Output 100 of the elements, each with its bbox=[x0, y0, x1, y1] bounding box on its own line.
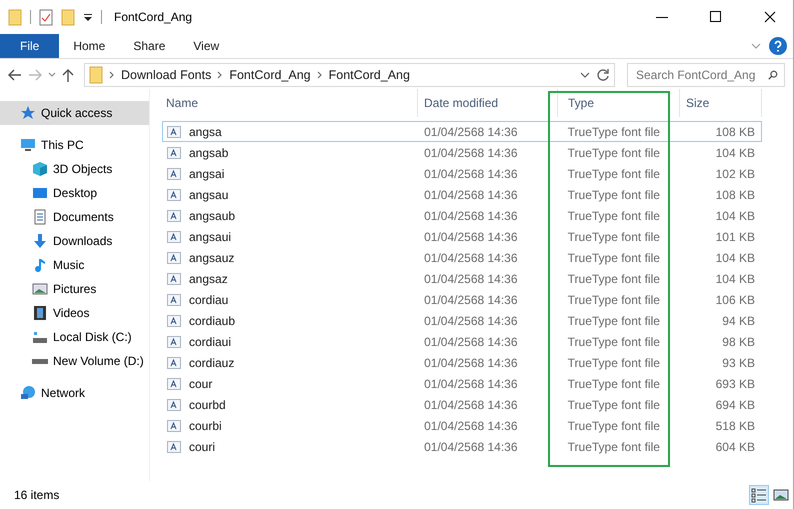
date-cell: 01/04/2568 14:36 bbox=[424, 230, 518, 244]
disk-icon bbox=[32, 329, 48, 345]
font-file-icon bbox=[167, 314, 181, 326]
date-cell: 01/04/2568 14:36 bbox=[424, 334, 518, 348]
file-name: cordiaub bbox=[189, 314, 236, 328]
desktop-icon bbox=[32, 185, 48, 201]
search-field[interactable]: Search FontCord_Ang bbox=[627, 63, 785, 87]
sidebar-item[interactable]: Network bbox=[0, 381, 149, 405]
type-cell: TrueType font file bbox=[568, 166, 660, 180]
font-file-icon bbox=[167, 146, 181, 158]
file-name: angsai bbox=[189, 166, 224, 180]
size-cell: 693 KB bbox=[716, 376, 755, 390]
font-file-icon bbox=[167, 210, 181, 222]
type-cell: TrueType font file bbox=[568, 418, 660, 432]
type-cell: TrueType font file bbox=[568, 356, 660, 370]
downloads-icon bbox=[32, 233, 48, 249]
sidebar-item[interactable]: Videos bbox=[0, 301, 149, 325]
breadcrumb[interactable]: FontCord_Ang bbox=[229, 68, 311, 82]
sidebar-item[interactable]: Music bbox=[0, 253, 149, 277]
column-header[interactable]: Date modified bbox=[418, 89, 558, 117]
file-row[interactable]: cour 01/04/2568 14:36 TrueType font file 693 KB bbox=[162, 373, 762, 394]
recent-button[interactable] bbox=[48, 72, 56, 78]
size-cell: 93 KB bbox=[722, 356, 755, 370]
details-view-button[interactable] bbox=[749, 485, 769, 505]
properties-icon[interactable] bbox=[39, 8, 53, 26]
breadcrumb[interactable]: FontCord_Ang bbox=[328, 68, 410, 82]
sidebar-item[interactable]: Desktop bbox=[0, 181, 149, 205]
file-row[interactable]: angsaub 01/04/2568 14:36 TrueType font file 104 KB bbox=[162, 205, 762, 226]
ribbon-tab[interactable]: Share bbox=[119, 34, 180, 58]
file-row[interactable]: courbd 01/04/2568 14:36 TrueType font file 694 KB bbox=[162, 394, 762, 415]
font-file-icon bbox=[167, 188, 181, 200]
date-cell: 01/04/2568 14:36 bbox=[424, 208, 518, 222]
column-header[interactable]: Name bbox=[162, 89, 418, 117]
file-name: angsauz bbox=[189, 250, 234, 264]
breadcrumb[interactable]: Download Fonts bbox=[121, 68, 212, 82]
date-cell: 01/04/2568 14:36 bbox=[424, 356, 518, 370]
date-cell: 01/04/2568 14:36 bbox=[424, 124, 518, 138]
dropdown-icon[interactable] bbox=[83, 12, 93, 22]
chevron-icon bbox=[217, 71, 224, 79]
date-cell: 01/04/2568 14:36 bbox=[424, 418, 518, 432]
sidebar-item[interactable]: Quick access bbox=[0, 101, 149, 125]
file-row[interactable]: angsaz 01/04/2568 14:36 TrueType font file 104 KB bbox=[162, 268, 762, 289]
date-cell: 01/04/2568 14:36 bbox=[424, 146, 518, 160]
sidebar-item[interactable]: 3D Objects bbox=[0, 157, 149, 181]
sidebar-item[interactable]: Pictures bbox=[0, 277, 149, 301]
sidebar-item[interactable]: This PC bbox=[0, 133, 149, 157]
sidebar-item[interactable]: New Volume (D:) bbox=[0, 349, 149, 373]
file-name: angsaz bbox=[189, 272, 228, 286]
size-cell: 694 KB bbox=[716, 398, 755, 412]
size-cell: 101 KB bbox=[716, 230, 755, 244]
minimize-icon bbox=[656, 16, 668, 18]
pc-icon bbox=[20, 137, 36, 153]
file-name: angsau bbox=[189, 188, 228, 202]
file-row[interactable]: angsa 01/04/2568 14:36 TrueType font file 108 KB bbox=[162, 121, 762, 142]
file-row[interactable]: angsai 01/04/2568 14:36 TrueType font file 102 KB bbox=[162, 163, 762, 184]
ribbon-tab[interactable]: View bbox=[179, 34, 234, 58]
file-row[interactable]: angsaui 01/04/2568 14:36 TrueType font file 101 KB bbox=[162, 226, 762, 247]
column-header[interactable]: Size bbox=[680, 89, 762, 117]
file-row[interactable]: cordiau 01/04/2568 14:36 TrueType font file 106 KB bbox=[162, 289, 762, 310]
close-icon bbox=[764, 11, 776, 23]
file-row[interactable]: angsau 01/04/2568 14:36 TrueType font file 108 KB bbox=[162, 184, 762, 205]
documents-icon bbox=[32, 209, 48, 225]
sidebar-item[interactable]: Downloads bbox=[0, 229, 149, 253]
window-title: FontCord_Ang bbox=[114, 10, 192, 24]
ribbon-tab[interactable]: Home bbox=[59, 34, 120, 58]
up-button[interactable] bbox=[62, 68, 74, 82]
file-row[interactable]: angsab 01/04/2568 14:36 TrueType font file 104 KB bbox=[162, 142, 762, 163]
column-header[interactable]: Type bbox=[558, 89, 680, 117]
refresh-icon[interactable] bbox=[596, 68, 610, 82]
file-row[interactable]: cordiaub 01/04/2568 14:36 TrueType font file 94 KB bbox=[162, 310, 762, 331]
item-count: 16 items bbox=[14, 488, 60, 502]
videos-icon bbox=[32, 305, 48, 321]
type-cell: TrueType font file bbox=[568, 398, 660, 412]
file-name: angsab bbox=[189, 146, 228, 160]
address-bar[interactable]: Download Fonts FontCord_Ang FontCord_Ang bbox=[84, 63, 615, 87]
back-button[interactable] bbox=[8, 69, 22, 81]
file-row[interactable]: courbi 01/04/2568 14:36 TrueType font file 518 KB bbox=[162, 415, 762, 436]
file-row[interactable]: angsauz 01/04/2568 14:36 TrueType font file 104 KB bbox=[162, 247, 762, 268]
file-row[interactable]: cordiaui 01/04/2568 14:36 TrueType font file 98 KB bbox=[162, 331, 762, 352]
network-icon bbox=[20, 385, 36, 401]
size-cell: 104 KB bbox=[716, 146, 755, 160]
size-cell: 108 KB bbox=[716, 124, 755, 138]
type-cell: TrueType font file bbox=[568, 230, 660, 244]
type-cell: TrueType font file bbox=[568, 314, 660, 328]
size-cell: 518 KB bbox=[716, 418, 755, 432]
file-row[interactable]: cordiauz 01/04/2568 14:36 TrueType font file 93 KB bbox=[162, 352, 762, 373]
font-file-icon bbox=[167, 440, 181, 452]
drive-icon bbox=[32, 358, 48, 364]
sidebar-item[interactable]: Documents bbox=[0, 205, 149, 229]
chevron-icon bbox=[109, 71, 115, 79]
help-icon[interactable] bbox=[769, 37, 787, 55]
file-row[interactable]: couri 01/04/2568 14:36 TrueType font file 604 KB bbox=[162, 436, 762, 457]
file-name: angsaui bbox=[189, 230, 232, 244]
file-name: courbd bbox=[189, 398, 226, 412]
ribbon-tab[interactable]: File bbox=[0, 34, 60, 58]
sidebar-item[interactable]: Local Disk (C:) bbox=[0, 325, 149, 349]
chevron-icon[interactable] bbox=[580, 71, 590, 79]
type-cell: TrueType font file bbox=[568, 376, 660, 390]
size-cell: 104 KB bbox=[716, 250, 755, 264]
type-cell: TrueType font file bbox=[568, 188, 660, 202]
